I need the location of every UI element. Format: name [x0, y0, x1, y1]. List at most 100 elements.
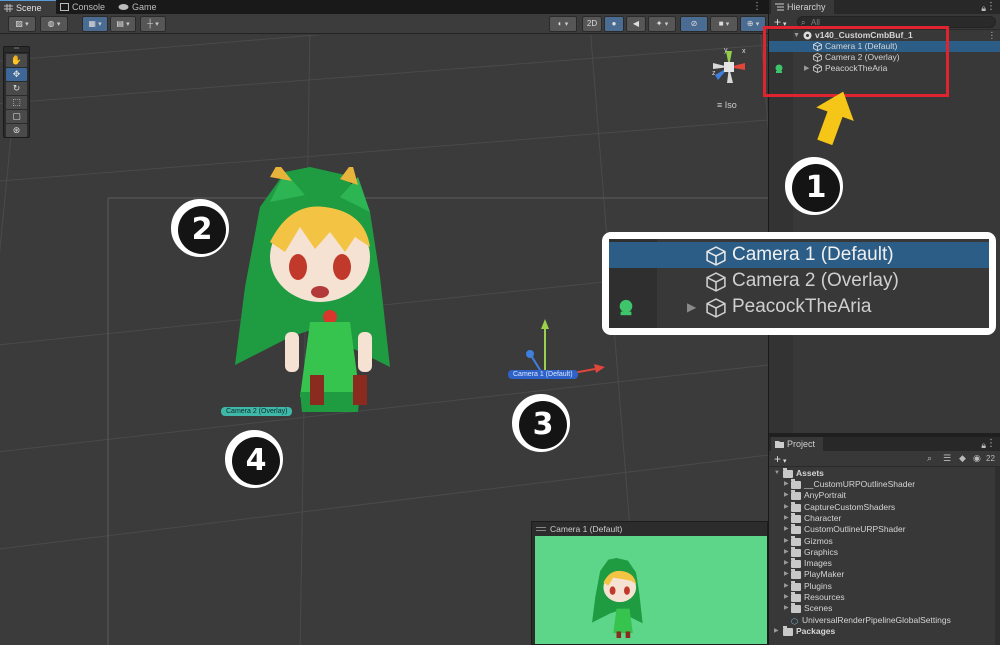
draw-mode-dropdown[interactable]: ▨ ▾	[8, 16, 36, 32]
folder-icon	[791, 569, 801, 580]
gizmo-icon: ⊕	[746, 19, 754, 28]
scale-tool-icon[interactable]: ⬚	[6, 96, 27, 109]
project-folder-row[interactable]: ▶ Graphics	[769, 546, 1000, 558]
project-folder-row[interactable]: ▶ Character	[769, 512, 1000, 524]
folder-icon	[791, 603, 801, 614]
expand-arrow-icon[interactable]: ▶	[784, 592, 789, 603]
expand-arrow-icon[interactable]: ▶	[784, 502, 789, 513]
audio-toggle[interactable]: ◀	[626, 16, 646, 32]
light-bulb-icon: ●	[611, 19, 617, 28]
global-local-dropdown[interactable]: ◍ ▾	[40, 16, 68, 32]
folder-label: Scenes	[804, 603, 833, 614]
transform-tool-icon[interactable]: ⊛	[6, 124, 27, 137]
camera2-scene-label[interactable]: Camera 2 (Overlay)	[221, 407, 293, 416]
chevron-down-icon: ▾	[98, 21, 102, 28]
tab-game[interactable]: Game	[114, 0, 164, 14]
camera-settings-dropdown[interactable]: ■ ▾	[710, 16, 738, 32]
project-folder-row[interactable]: ▶ Scenes	[769, 603, 1000, 614]
camera-preview-titlebar[interactable]: Camera 1 (Default)	[532, 522, 767, 536]
expand-arrow-icon[interactable]: ▶	[784, 547, 789, 558]
iso-toggle[interactable]: ≡ Iso	[717, 100, 737, 110]
project-folder-row[interactable]: ▶ AnyPortrait	[769, 490, 1000, 501]
lighting-toggle[interactable]: ●	[604, 16, 624, 32]
project-folder-row[interactable]: ▶ CaptureCustomShaders	[769, 501, 1000, 513]
rotate-tool-icon[interactable]: ↻	[6, 82, 27, 95]
tool-palette: ═ ✋ ✥ ↻ ⬚ ▢ ⊛	[3, 45, 30, 138]
folder-icon	[791, 535, 801, 546]
effects-dropdown[interactable]: ✦ ▾	[648, 16, 676, 32]
tab-console[interactable]: Console	[56, 0, 114, 14]
folder-packages[interactable]: ▶ Packages	[769, 626, 1000, 637]
expand-arrow-icon[interactable]: ▶	[784, 581, 789, 592]
hidden-packages-icon[interactable]: ◉	[973, 453, 981, 464]
expand-arrow-icon[interactable]: ▶	[784, 603, 789, 614]
move-tool-icon[interactable]: ✥	[6, 68, 27, 81]
folder-icon	[791, 592, 801, 602]
expand-arrow-icon[interactable]: ▶	[784, 479, 789, 490]
expand-arrow-icon[interactable]: ▶	[774, 626, 779, 637]
folder-label: Assets	[796, 468, 824, 478]
scene-menu-icon[interactable]: ⋮	[752, 1, 762, 12]
camera-preview[interactable]: Camera 1 (Default)	[531, 521, 768, 645]
expand-arrow-icon[interactable]: ▶	[784, 569, 789, 580]
project-menu-icon[interactable]: ⋮	[986, 437, 996, 451]
render-mode-dropdown[interactable]: ◐ ▾	[549, 16, 577, 32]
badge-1: 1	[785, 157, 843, 215]
callout-item-label: Camera 1 (Default)	[732, 244, 894, 265]
project-folder-row[interactable]: ▶ Plugins	[769, 580, 1000, 592]
expand-arrow-icon[interactable]: ▶	[784, 536, 789, 547]
folder-label: Gizmos	[804, 535, 833, 546]
scene-viewport[interactable]: ═ ✋ ✥ ↻ ⬚ ▢ ⊛ x z y ≡ Iso Camera 1 (Defa…	[0, 35, 768, 645]
project-folder-row[interactable]: ▶ Images	[769, 558, 1000, 569]
badge-1-text: 1	[792, 164, 840, 212]
asset-pipeline-settings[interactable]: ⬡ UniversalRenderPipelineGlobalSettings	[769, 615, 1000, 626]
project-tab-bar: Project 🔒︎ ⋮	[769, 437, 1000, 451]
filter-icon[interactable]: ☰	[943, 453, 951, 464]
badge-4-text: 4	[232, 437, 280, 485]
hand-tool-icon[interactable]: ✋	[6, 54, 27, 67]
playmaker-icon	[619, 299, 633, 316]
expand-arrow-icon[interactable]: ▼	[774, 468, 780, 479]
svg-text:z: z	[712, 70, 716, 77]
project-folder-row[interactable]: ▶ __CustomURPOutlineShader	[769, 479, 1000, 490]
chevron-down-icon: ▾	[56, 21, 61, 28]
tab-scene-label: Scene	[16, 3, 42, 13]
grid-icon: ▦	[88, 19, 96, 28]
label-icon[interactable]: ◆	[959, 453, 966, 464]
hierarchy-menu-icon[interactable]: ⋮	[986, 0, 996, 14]
folder-label: Images	[804, 558, 832, 569]
project-folder-row[interactable]: ▶ Resources	[769, 592, 1000, 603]
shading-icon: ▨	[15, 19, 23, 28]
palette-grip[interactable]: ═	[4, 45, 29, 53]
rect-tool-icon[interactable]: ▢	[6, 110, 27, 123]
hidden-objects-toggle[interactable]: ⊘	[680, 16, 708, 32]
expand-arrow-icon[interactable]: ▶	[784, 558, 789, 569]
folder-icon	[791, 512, 801, 523]
project-folder-row[interactable]: ▶ CustomOutlineURPShader	[769, 524, 1000, 535]
2d-toggle[interactable]: 2D	[582, 16, 602, 32]
folder-label: Plugins	[804, 580, 832, 591]
gamepad-icon	[118, 4, 129, 10]
folder-assets[interactable]: ▼ Assets	[769, 468, 1000, 479]
expand-arrow-icon[interactable]: ▶	[784, 524, 789, 535]
grid-settings-dropdown[interactable]: ┼ ▾	[140, 16, 166, 32]
chevron-down-icon: ▾	[155, 21, 159, 28]
expand-arrow-icon[interactable]: ▶	[784, 513, 789, 524]
snap-icon: ▤	[116, 19, 124, 28]
chevron-down-icon: ▾	[725, 21, 730, 28]
search-by-type-icon[interactable]: ⌕	[927, 453, 932, 464]
tab-scene[interactable]: Scene	[0, 0, 56, 14]
tab-console-label: Console	[72, 2, 106, 12]
project-folder-row[interactable]: ▶ Gizmos	[769, 535, 1000, 547]
camera-preview-title: Camera 1 (Default)	[550, 524, 623, 534]
camera1-scene-label[interactable]: Camera 1 (Default)	[508, 370, 578, 379]
character-legs	[310, 375, 367, 405]
grid-snap-toggle[interactable]: ▦ ▾	[82, 16, 108, 32]
project-folder-row[interactable]: ▶ PlayMaker	[769, 569, 1000, 580]
drag-handle-icon[interactable]	[536, 527, 546, 531]
hierarchy-list-icon	[775, 3, 784, 11]
increment-snap-dropdown[interactable]: ▤ ▾	[110, 16, 136, 32]
scene-menu-icon[interactable]: ⋮	[988, 30, 997, 41]
expand-arrow-icon[interactable]: ▶	[784, 490, 789, 501]
project-scrollbar[interactable]	[995, 467, 1000, 645]
